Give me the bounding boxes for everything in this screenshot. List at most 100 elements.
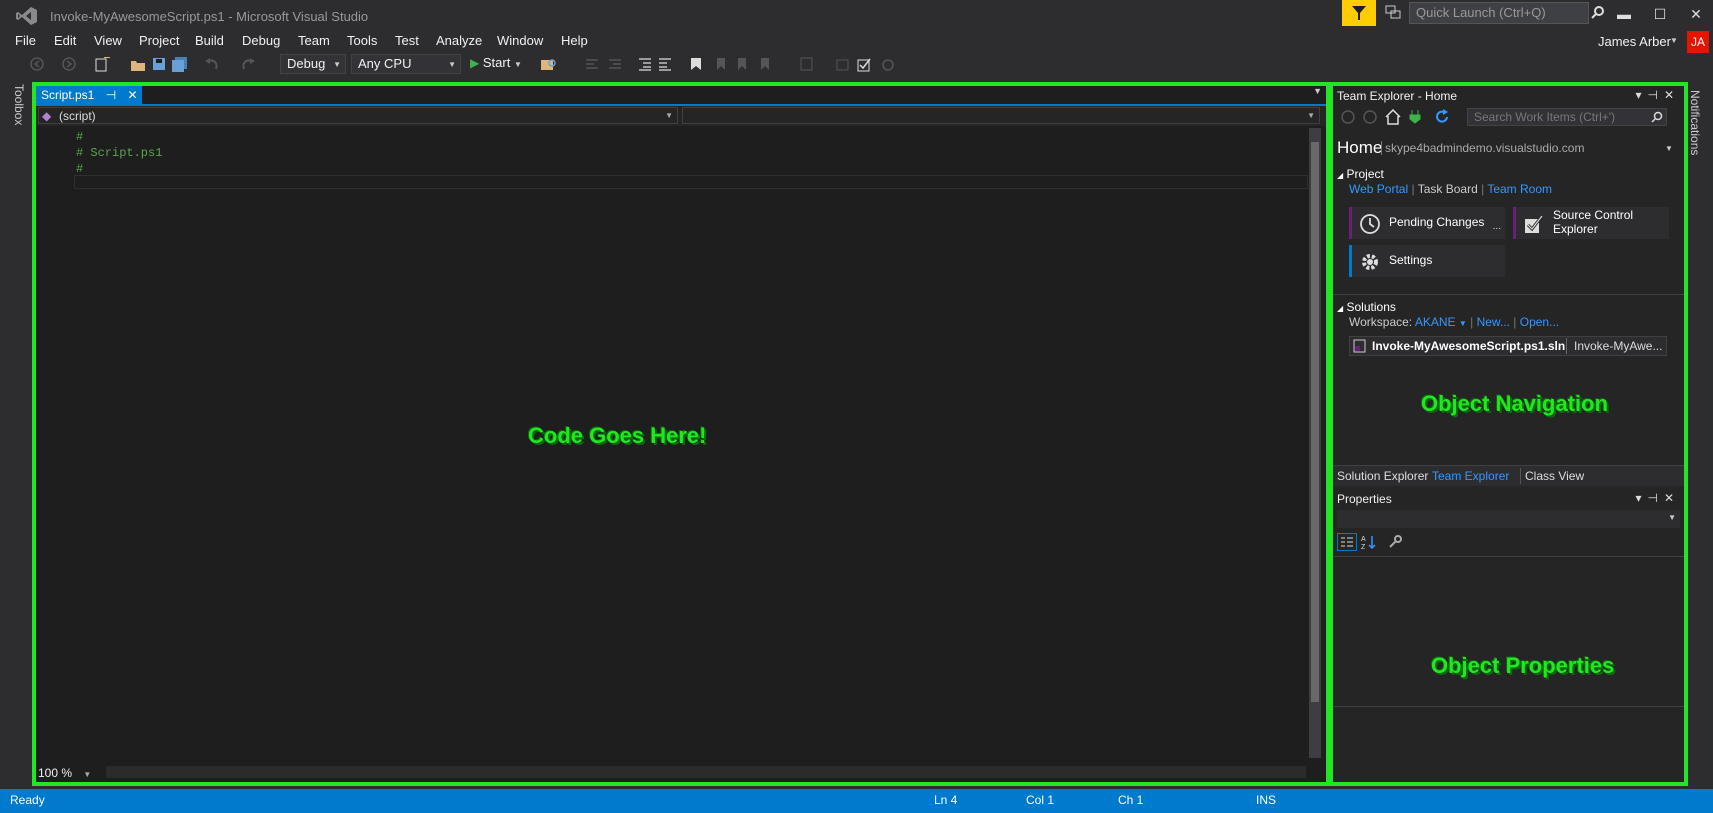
save-all-icon[interactable]: [172, 57, 188, 73]
back-icon[interactable]: [1341, 110, 1355, 124]
uncomment-icon[interactable]: [836, 57, 850, 71]
chevron-down-icon[interactable]: ▼: [1665, 144, 1673, 153]
next-bookmark-icon[interactable]: [736, 57, 750, 71]
navigate-back-icon[interactable]: [30, 57, 44, 71]
search-icon[interactable]: [1591, 5, 1605, 19]
chevron-down-icon: ▼: [83, 770, 92, 779]
clear-bookmarks-icon[interactable]: [759, 57, 773, 71]
feedback-icon[interactable]: [1385, 4, 1401, 20]
outdent-icon[interactable]: [658, 57, 672, 71]
document-tab[interactable]: Script.ps1 ⊣ ✕: [36, 86, 142, 106]
tab-class-view[interactable]: Class View: [1525, 469, 1584, 483]
start-label: Start: [482, 55, 511, 70]
menu-analyze[interactable]: Analyze: [436, 33, 482, 48]
work-items-search-input[interactable]: Search Work Items (Ctrl+'): [1467, 108, 1667, 126]
close-window-button[interactable]: ✕: [1682, 4, 1710, 24]
tab-team-explorer[interactable]: Team Explorer: [1432, 469, 1509, 483]
notification-filter-icon[interactable]: [1342, 0, 1376, 26]
connect-icon[interactable]: [1408, 109, 1422, 125]
current-line-highlight: [74, 175, 1308, 189]
redo-icon[interactable]: [240, 57, 256, 71]
pending-changes-tile[interactable]: Pending Changes ...: [1349, 207, 1505, 239]
tab-overflow-icon[interactable]: ▼: [1313, 86, 1322, 96]
solutions-section-header[interactable]: ◢ Solutions: [1337, 300, 1396, 314]
undo-icon[interactable]: [204, 57, 220, 71]
zoom-level[interactable]: 100 % ▼: [38, 766, 91, 780]
scope-dropdown[interactable]: ◆ (script) ▼: [38, 107, 678, 124]
menu-debug[interactable]: Debug: [242, 33, 280, 48]
panel-window-buttons[interactable]: ▾⊣✕: [1635, 88, 1680, 102]
menu-project[interactable]: Project: [139, 33, 179, 48]
menu-tools[interactable]: Tools: [347, 33, 377, 48]
vertical-scrollbar[interactable]: [1309, 128, 1321, 758]
object-selector-dropdown[interactable]: ▼: [1337, 510, 1680, 528]
notifications-tab[interactable]: Notifications: [1688, 90, 1702, 155]
open-solution-link[interactable]: Open...: [1520, 315, 1559, 329]
scroll-thumb[interactable]: [1311, 142, 1319, 702]
indent-icon[interactable]: [638, 57, 652, 71]
open-file-icon[interactable]: [130, 57, 146, 73]
categorized-icon[interactable]: [1337, 533, 1357, 551]
maximize-button[interactable]: ☐: [1646, 4, 1674, 24]
tab-solution-explorer[interactable]: Solution Explorer: [1337, 469, 1428, 483]
more-options[interactable]: ...: [1493, 221, 1501, 232]
solution-configuration-dropdown[interactable]: Debug ▼: [280, 54, 346, 74]
property-pages-wrench-icon[interactable]: [1388, 535, 1402, 549]
menu-team[interactable]: Team: [298, 33, 330, 48]
forward-icon[interactable]: [1363, 110, 1377, 124]
workspace-dropdown[interactable]: AKANE: [1415, 315, 1456, 329]
close-tab-icon[interactable]: ✕: [128, 88, 138, 102]
chevron-down-icon[interactable]: ▼: [1459, 319, 1467, 328]
new-project-icon[interactable]: [94, 57, 110, 73]
task-board-link[interactable]: Task Board: [1418, 182, 1478, 196]
new-solution-link[interactable]: New...: [1477, 315, 1510, 329]
find-in-files-icon[interactable]: [540, 57, 558, 73]
horizontal-scrollbar[interactable]: [106, 766, 1306, 778]
project-section-header[interactable]: ◢ Project: [1337, 167, 1384, 181]
avatar[interactable]: JA: [1687, 31, 1709, 53]
code-line[interactable]: #: [76, 162, 83, 176]
navigate-forward-icon[interactable]: [62, 57, 76, 71]
code-line[interactable]: #: [76, 130, 83, 144]
menu-build[interactable]: Build: [195, 33, 224, 48]
user-menu-chevron-icon[interactable]: ▼: [1670, 36, 1678, 45]
minimize-button[interactable]: ▬: [1610, 4, 1638, 24]
solution-platform-dropdown[interactable]: Any CPU ▼: [351, 54, 461, 74]
menu-edit[interactable]: Edit: [54, 33, 76, 48]
task-list-icon[interactable]: [857, 57, 873, 73]
comment-out-icon[interactable]: [800, 57, 814, 71]
member-dropdown[interactable]: ▼: [682, 107, 1320, 124]
toolbox-tab[interactable]: Toolbox: [12, 84, 26, 125]
menu-help[interactable]: Help: [561, 33, 588, 48]
attach-icon[interactable]: [880, 57, 896, 73]
start-debugging-button[interactable]: ▶ Start ▼: [470, 55, 522, 70]
alphabetical-sort-icon[interactable]: AZ: [1361, 534, 1377, 550]
team-room-link[interactable]: Team Room: [1487, 182, 1552, 196]
menu-test[interactable]: Test: [395, 33, 419, 48]
quick-launch-input[interactable]: Quick Launch (Ctrl+Q): [1409, 2, 1589, 24]
menu-view[interactable]: View: [94, 33, 122, 48]
tile-label: Pending Changes: [1389, 215, 1485, 229]
save-icon[interactable]: [152, 57, 166, 71]
previous-bookmark-icon[interactable]: [713, 57, 727, 71]
refresh-icon[interactable]: [1434, 109, 1450, 125]
tile-label: Source Control Explorer: [1553, 208, 1634, 236]
home-icon[interactable]: [1385, 109, 1401, 125]
web-portal-link[interactable]: Web Portal: [1349, 182, 1408, 196]
solution-row[interactable]: Invoke-MyAwesomeScript.ps1.sln Invoke-My…: [1349, 336, 1667, 356]
menu-window[interactable]: Window: [497, 33, 543, 48]
user-name[interactable]: James Arber: [1598, 34, 1671, 49]
search-icon[interactable]: [1651, 111, 1663, 123]
panel-window-buttons[interactable]: ▾⊣✕: [1635, 491, 1680, 505]
settings-tile[interactable]: Settings: [1349, 245, 1505, 277]
align-left-icon[interactable]: [585, 57, 599, 71]
menu-file[interactable]: File: [15, 33, 36, 48]
code-line[interactable]: # Script.ps1: [76, 146, 162, 160]
source-control-explorer-tile[interactable]: Source Control Explorer: [1513, 207, 1669, 239]
zoom-value: 100 %: [38, 766, 73, 780]
align-right-icon[interactable]: [608, 57, 622, 71]
pin-icon[interactable]: ⊣: [106, 88, 116, 102]
project-links: Web Portal | Task Board | Team Room: [1349, 182, 1553, 196]
page-title[interactable]: Home: [1337, 138, 1382, 158]
bookmark-icon[interactable]: [690, 57, 702, 71]
